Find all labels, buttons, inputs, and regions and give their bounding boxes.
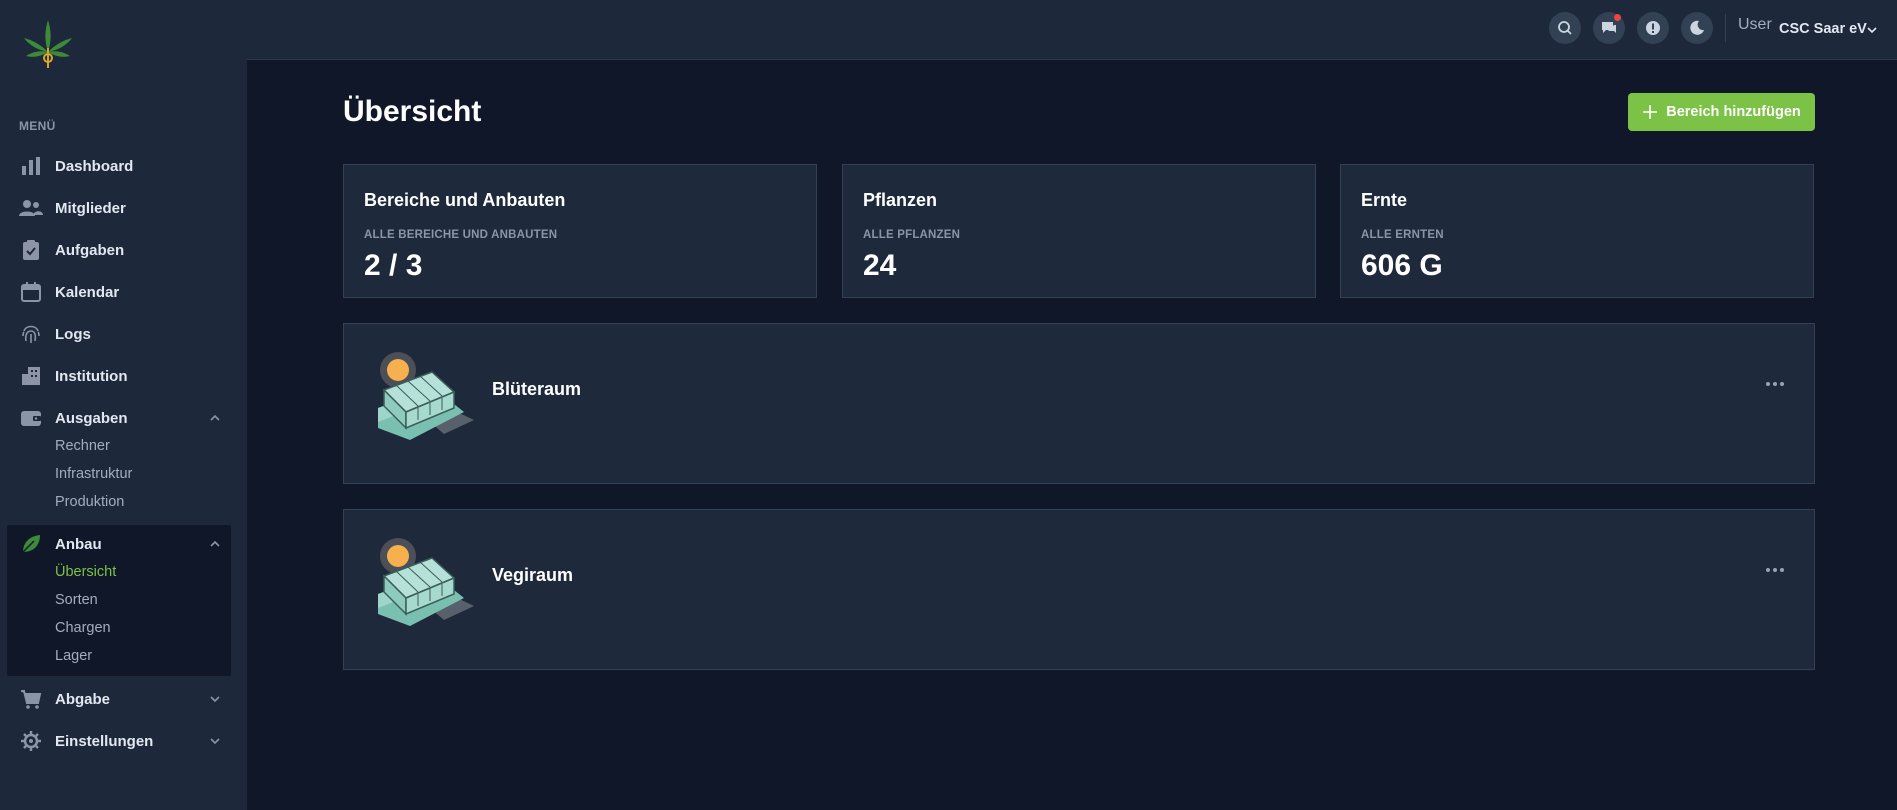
chevron-down-icon[interactable] <box>209 735 221 747</box>
stat-value: 2 / 3 <box>364 249 423 282</box>
sidebar-item-institution[interactable]: Institution <box>0 356 247 396</box>
sidebar-subitem-lager[interactable]: Lager <box>55 648 92 664</box>
chart-bars-icon <box>19 154 43 178</box>
chevron-down-icon[interactable] <box>209 693 221 705</box>
plus-icon <box>1643 105 1658 119</box>
stat-subtitle: ALLE BEREICHE UND ANBAUTEN <box>364 229 558 241</box>
stat-card-ernte: Ernte ALLE ERNTEN 606 G <box>1340 164 1814 298</box>
sidebar: MENÜ Dashboard Mitglieder Aufgaben Kalen… <box>0 0 247 810</box>
room-card-bluteraum[interactable]: Blüteraum <box>343 323 1815 484</box>
theme-toggle-button[interactable] <box>1681 12 1713 44</box>
sidebar-item-label: Logs <box>55 325 91 343</box>
sidebar-item-kalendar[interactable]: Kalendar <box>0 272 247 312</box>
page-title: Übersicht <box>343 95 482 128</box>
header-divider <box>1725 14 1726 42</box>
notification-dot <box>1614 14 1621 21</box>
sidebar-item-label: Abgabe <box>55 690 111 708</box>
room-card-vegiraum[interactable]: Vegiraum <box>343 509 1815 670</box>
sidebar-item-ausgaben[interactable]: Ausgaben <box>0 398 247 438</box>
sidebar-subitem-sorten[interactable]: Sorten <box>55 592 98 608</box>
stat-title: Ernte <box>1361 190 1408 210</box>
sidebar-item-label: Einstellungen <box>55 732 154 750</box>
sidebar-subitem-infrastruktur[interactable]: Infrastruktur <box>55 466 132 482</box>
sidebar-item-logs[interactable]: Logs <box>0 314 247 354</box>
stat-value: 24 <box>863 249 897 282</box>
more-options-icon[interactable] <box>1766 565 1786 575</box>
sidebar-item-mitglieder[interactable]: Mitglieder <box>0 188 247 228</box>
gear-icon <box>19 729 43 753</box>
sidebar-item-label: Mitglieder <box>55 199 126 217</box>
calendar-icon <box>19 280 43 304</box>
room-name: Blüteraum <box>492 379 582 399</box>
search-button[interactable] <box>1549 12 1581 44</box>
add-area-button[interactable]: Bereich hinzufügen <box>1628 93 1815 131</box>
stat-card-pflanzen: Pflanzen ALLE PFLANZEN 24 <box>842 164 1316 298</box>
cannabis-logo-icon[interactable] <box>20 18 76 70</box>
stat-subtitle: ALLE PFLANZEN <box>863 229 961 241</box>
search-icon <box>1558 21 1572 35</box>
sidebar-item-label: Aufgaben <box>55 241 125 259</box>
building-icon <box>19 364 43 388</box>
stat-title: Pflanzen <box>863 190 938 210</box>
fingerprint-icon <box>19 322 43 346</box>
wallet-icon <box>19 406 43 430</box>
sidebar-item-label: Institution <box>55 367 128 385</box>
user-label: User <box>1738 16 1772 33</box>
chat-button[interactable] <box>1593 12 1625 44</box>
sidebar-item-einstellungen[interactable]: Einstellungen <box>0 721 247 761</box>
stat-title: Bereiche und Anbauten <box>364 190 566 210</box>
sidebar-subitem-rechner[interactable]: Rechner <box>55 438 110 454</box>
sidebar-item-label: Dashboard <box>55 157 134 175</box>
sidebar-item-aufgaben[interactable]: Aufgaben <box>0 230 247 270</box>
add-area-label: Bereich hinzufügen <box>1666 104 1801 120</box>
sidebar-subitem-produktion[interactable]: Produktion <box>55 494 124 510</box>
sidebar-subitem-uebersicht[interactable]: Übersicht <box>55 564 116 580</box>
moon-icon <box>1690 20 1704 35</box>
greenhouse-icon <box>378 352 474 440</box>
chevron-up-icon[interactable] <box>209 412 221 424</box>
alert-icon <box>1646 21 1660 35</box>
sidebar-item-abgabe[interactable]: Abgabe <box>0 679 247 719</box>
sidebar-subitem-chargen[interactable]: Chargen <box>55 620 111 636</box>
room-name: Vegiraum <box>492 565 574 585</box>
sidebar-item-label: Anbau <box>55 535 102 553</box>
more-options-icon[interactable] <box>1766 379 1786 389</box>
sidebar-item-dashboard[interactable]: Dashboard <box>0 146 247 186</box>
stat-card-bereiche: Bereiche und Anbauten ALLE BEREICHE UND … <box>343 164 817 298</box>
sidebar-item-label: Ausgaben <box>55 409 128 427</box>
stat-value: 606 G <box>1361 249 1443 282</box>
sidebar-item-anbau[interactable]: Anbau <box>0 524 247 564</box>
leaf-icon <box>19 532 43 556</box>
clipboard-check-icon <box>19 238 43 262</box>
chevron-down-icon[interactable] <box>1866 24 1878 36</box>
user-menu[interactable]: CSC Saar eV <box>1779 21 1867 37</box>
sidebar-item-label: Kalendar <box>55 283 120 301</box>
menu-heading: MENÜ <box>19 119 56 133</box>
greenhouse-icon <box>378 538 474 626</box>
cart-icon <box>19 687 43 711</box>
stat-subtitle: ALLE ERNTEN <box>1361 229 1444 241</box>
users-icon <box>19 196 43 220</box>
chat-icon <box>1602 22 1616 33</box>
chevron-up-icon[interactable] <box>209 538 221 550</box>
alert-button[interactable] <box>1637 12 1669 44</box>
